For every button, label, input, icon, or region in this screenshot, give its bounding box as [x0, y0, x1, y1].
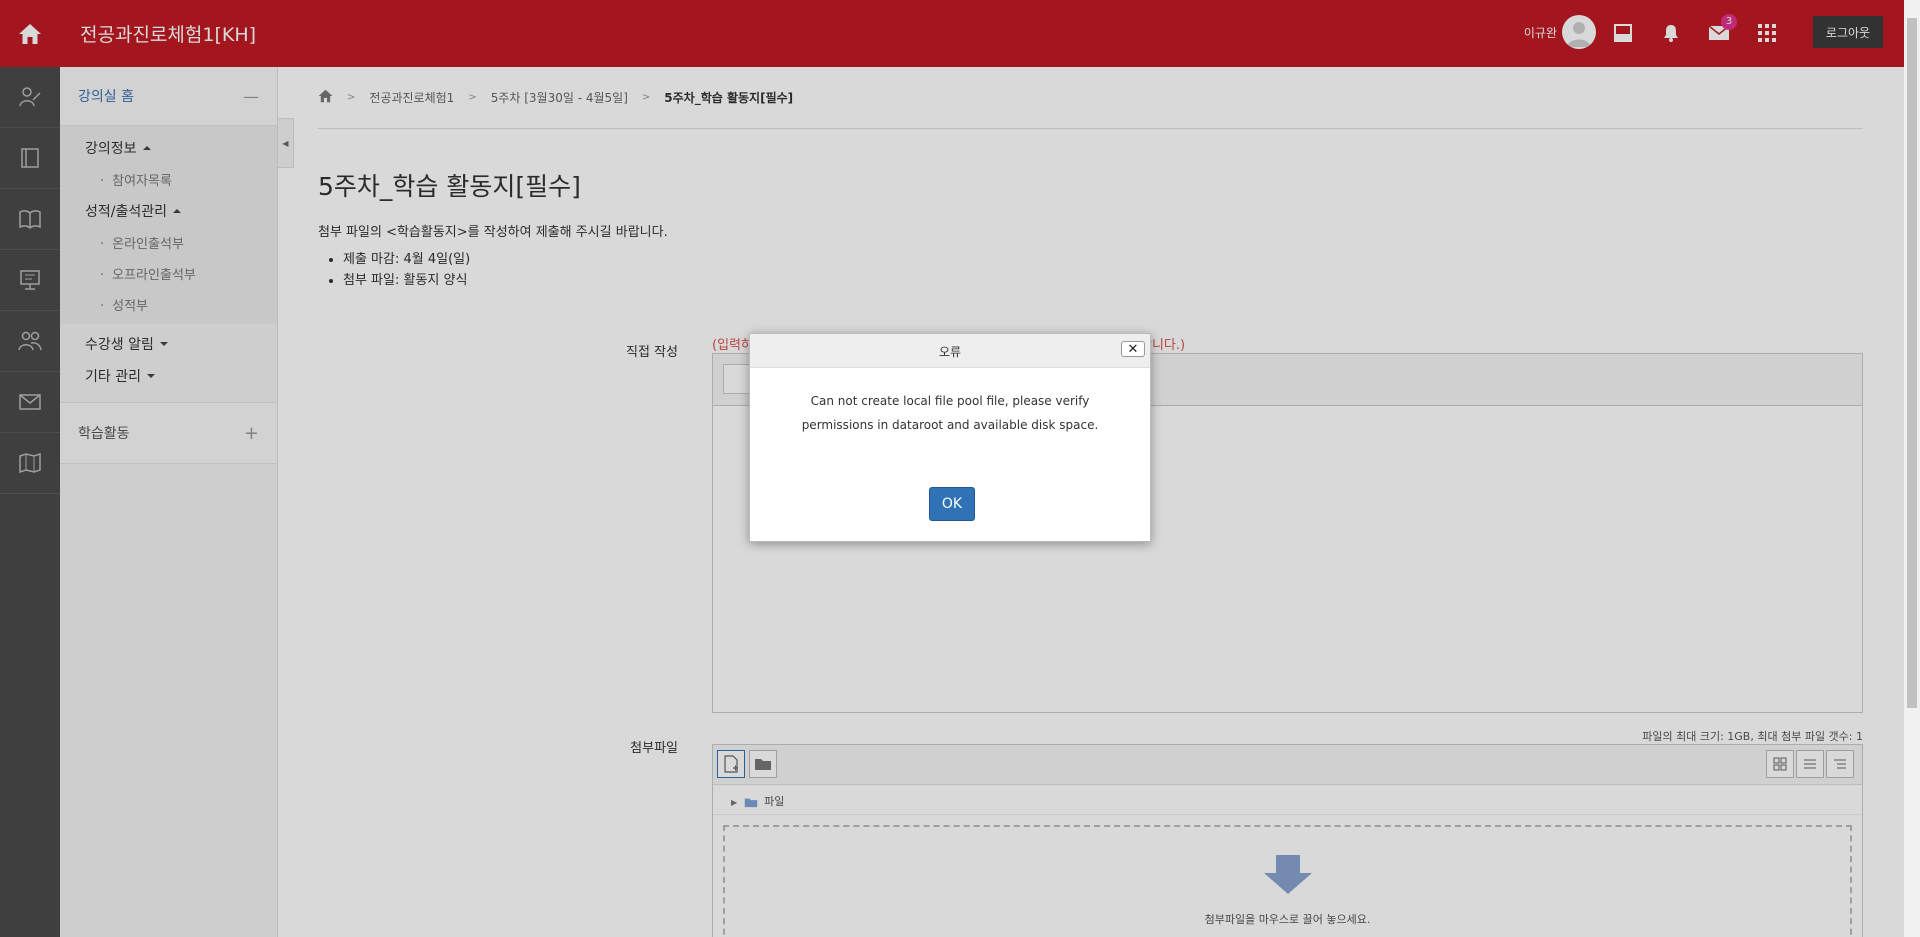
- ok-button[interactable]: OK: [929, 487, 975, 521]
- dialog-header: 오류 ✕: [750, 334, 1150, 368]
- close-button[interactable]: ✕: [1121, 341, 1145, 357]
- close-icon: ✕: [1127, 341, 1139, 357]
- page-scrollbar[interactable]: [1904, 0, 1920, 937]
- scrollbar-thumb[interactable]: [1907, 18, 1917, 708]
- dialog-title: 오류: [938, 345, 962, 359]
- error-dialog: 오류 ✕ Can not create local file pool file…: [749, 333, 1151, 542]
- dialog-message: Can not create local file pool file, ple…: [801, 394, 1099, 432]
